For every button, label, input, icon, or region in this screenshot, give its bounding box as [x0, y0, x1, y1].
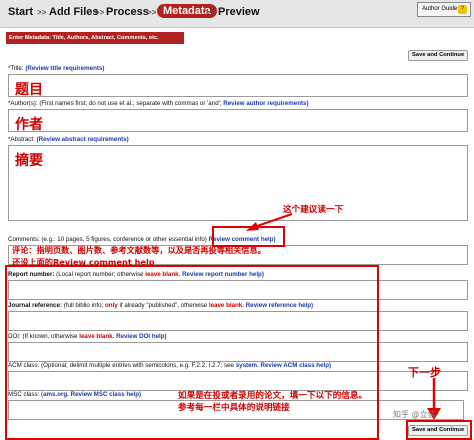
abstract-field[interactable]: 摘要	[8, 145, 468, 221]
step-separator: >>	[37, 8, 47, 17]
step-add-files[interactable]: Add Files	[49, 6, 99, 18]
help-icon: ?	[458, 5, 467, 14]
abstract-requirements-link[interactable]: (Review abstract requirements)	[37, 136, 129, 143]
save-continue-button-top[interactable]: Save and Continue	[408, 50, 469, 61]
step-separator: >>	[147, 8, 157, 17]
authors-field[interactable]: 作者	[8, 109, 468, 133]
step-preview[interactable]: Preview	[218, 6, 260, 18]
arrow-to-comment-help-icon	[246, 213, 293, 231]
comment-note-line2: 还设上面的Review comment help	[12, 257, 155, 267]
title-requirements-link[interactable]: (Review title requirements)	[25, 65, 104, 72]
step-separator: >>	[206, 8, 216, 17]
title-label-row: *Title: (Review title requirements)	[8, 65, 104, 72]
comments-label: Comments:	[8, 236, 40, 243]
title-value: 题目	[15, 82, 43, 98]
comments-hint: (e.g.: 10 pages, 5 figures, conference o…	[41, 236, 207, 243]
authors-label-row: *Author(s): (First names first; do not u…	[8, 100, 309, 107]
metadata-banner: Enter Metadata: Title, Authors, Abstract…	[6, 32, 184, 44]
author-guide-button[interactable]: Author Guide ?	[417, 2, 471, 17]
abstract-value: 摘要	[15, 153, 43, 169]
title-field[interactable]: 题目	[8, 74, 468, 98]
optional-note-line2: 参考每一栏中具体的说明链接	[178, 403, 290, 413]
comment-note-line1: 评论：指明页数、图片数、参考文献数等，以及是否再投等相关信息。	[12, 245, 266, 255]
step-process[interactable]: Process	[106, 6, 149, 18]
authors-value: 作者	[15, 117, 43, 133]
step-navigation: Start >> Add Files >> Process >> Metadat…	[0, 0, 474, 28]
step-start[interactable]: Start	[8, 6, 33, 18]
author-requirements-link[interactable]: Review author requirements)	[223, 100, 308, 107]
authors-label: *Author(s):	[8, 100, 38, 107]
watermark: 知乎 @立信	[393, 410, 436, 419]
abstract-label: *Abstract:	[8, 136, 35, 143]
abstract-label-row: *Abstract: (Review abstract requirements…	[8, 136, 129, 143]
title-label: *Title:	[8, 65, 24, 72]
optional-fields-highlight	[5, 265, 379, 440]
authors-hint: (First names first; do not use et al.; s…	[39, 100, 222, 107]
step-separator: >>	[95, 8, 105, 17]
optional-note-line1: 如果是在投或者录用的论文，填一下以下的信息。	[178, 391, 368, 401]
author-guide-label: Author Guide	[422, 6, 458, 12]
save-button-highlight	[406, 420, 472, 440]
